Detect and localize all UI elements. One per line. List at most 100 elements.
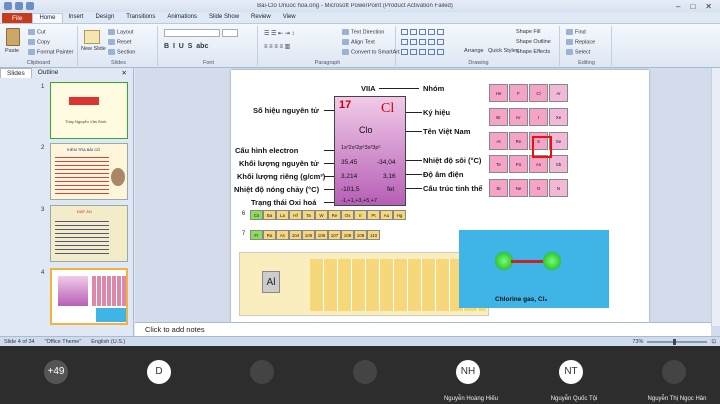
slide-editor: VIIA Nhóm Số hiệu nguyên tử Cấu hình ele… xyxy=(135,68,720,336)
quick-access-toolbar xyxy=(4,2,34,10)
quick-styles-button[interactable]: Quick Styles xyxy=(488,48,519,54)
text-direction-button[interactable]: Text Direction xyxy=(342,29,384,35)
tab-insert[interactable]: Insert xyxy=(63,13,90,23)
owl-icon xyxy=(111,168,125,186)
fit-slide-icon[interactable]: ⊡ xyxy=(711,339,716,345)
slide-canvas[interactable]: VIIA Nhóm Số hiệu nguyên tử Cấu hình ele… xyxy=(231,70,649,322)
new-slide-button[interactable]: New Slide xyxy=(81,46,106,52)
notes-pane[interactable]: Click to add notes xyxy=(135,322,711,336)
slide-number: 3 xyxy=(41,207,45,213)
arrange-button[interactable]: Arrange xyxy=(464,48,484,54)
element-cell: Hg xyxy=(393,210,406,220)
language: English (U.S.) xyxy=(91,338,126,345)
shapes-gallery[interactable] xyxy=(400,28,460,58)
reset-button[interactable]: Reset xyxy=(108,39,131,45)
crystal-structure: fet xyxy=(387,186,395,193)
participant-tile[interactable]: NH Nguyễn Hoàng Hiếu xyxy=(412,346,530,404)
format-painter-button[interactable]: Format Painter xyxy=(28,49,73,55)
element-card-chlorine[interactable]: 17 Cl Clo 1s²2s²2p⁶3s²3p⁵ 35,45 -34,04 3… xyxy=(334,96,406,206)
thumb-2-title: KIỂM TRA BÀI CŨ xyxy=(67,147,101,152)
shape-effects-button[interactable]: Shape Effects xyxy=(516,49,550,55)
tab-slide-show[interactable]: Slide Show xyxy=(203,13,245,23)
tab-file[interactable]: File xyxy=(2,13,33,23)
label-electronegativity: Độ âm điện xyxy=(423,170,464,179)
tab-home[interactable]: Home xyxy=(32,13,63,23)
shape-fill-button[interactable]: Shape Fill xyxy=(516,29,540,35)
font-name-field[interactable] xyxy=(164,29,220,37)
select-button[interactable]: Select xyxy=(566,49,590,55)
convert-smartart-button[interactable]: Convert to SmartArt xyxy=(342,49,400,55)
period-7-row: 7 Fr Ra Ac 104 105 106 107 108 109 110 xyxy=(237,230,380,240)
drawing-label: Drawing xyxy=(468,60,489,66)
melting-point: -101,5 xyxy=(341,186,360,193)
element-cell: Ac xyxy=(276,230,289,240)
tab-slides[interactable]: Slides xyxy=(0,68,32,78)
tab-transitions[interactable]: Transitions xyxy=(120,13,161,23)
save-icon[interactable] xyxy=(4,2,12,10)
maximize-icon[interactable]: □ xyxy=(690,2,695,11)
align-text-button[interactable]: Align Text xyxy=(342,39,375,45)
group-editing: Find Replace Select Editing xyxy=(562,26,612,66)
period-6-row: 6 Cs Ba La Hf Ta W Re Os Ir Pt Au Hg xyxy=(237,210,406,220)
editing-label: Editing xyxy=(578,60,595,66)
close-panel-icon[interactable]: ✕ xyxy=(116,68,133,78)
boiling-point: -34,04 xyxy=(377,159,396,166)
font-size-field[interactable] xyxy=(222,29,238,37)
element-cell: N xyxy=(549,179,568,198)
participant-tile[interactable] xyxy=(309,346,427,404)
zoom-slider[interactable] xyxy=(647,338,708,345)
paste-icon[interactable] xyxy=(6,28,20,46)
participant-tile[interactable] xyxy=(206,346,324,404)
label-group: Nhóm xyxy=(423,84,445,93)
atomic-number: 17 xyxy=(339,99,352,111)
electron-config: 1s²2s²2p⁶3s²3p⁵ xyxy=(341,145,381,151)
paragraph-label: Paragraph xyxy=(314,60,341,66)
font-style-buttons[interactable]: B I U S abc xyxy=(164,43,208,50)
redo-icon[interactable] xyxy=(26,2,34,10)
participant-tile[interactable]: +49 xyxy=(0,346,118,404)
slide-thumbnail-1[interactable]: Thầy Nguyễn Văn Bình xyxy=(50,82,128,139)
tab-design[interactable]: Design xyxy=(90,13,121,23)
close-icon[interactable]: ✕ xyxy=(705,2,712,11)
list-buttons[interactable]: ☰ ☰ ⇤ ⇥ ↕ xyxy=(264,30,294,37)
tab-animations[interactable]: Animations xyxy=(161,13,203,23)
align-buttons[interactable]: ≡ ≡ ≡ ≡ ▥ xyxy=(264,43,290,50)
participant-tile[interactable]: NT Nguyễn Quốc Tội xyxy=(515,346,633,404)
vertical-scrollbar[interactable] xyxy=(711,68,720,326)
participant-avatar xyxy=(662,360,686,384)
slide-thumbnail-3[interactable]: ĐÁP ÁN xyxy=(50,205,128,262)
participant-tile[interactable]: Nguyễn Thị Ngọc Hân xyxy=(618,346,720,404)
participant-tile[interactable]: D xyxy=(103,346,221,404)
new-slide-icon[interactable] xyxy=(84,30,100,44)
element-cell: 106 xyxy=(315,230,328,240)
layout-button[interactable]: Layout xyxy=(108,29,134,35)
paste-button[interactable]: Paste xyxy=(5,48,19,54)
slide-thumbnail-4[interactable] xyxy=(50,268,128,325)
tab-view[interactable]: View xyxy=(277,13,302,23)
status-bar: Slide 4 of 34 "Office Theme" English (U.… xyxy=(0,336,720,346)
element-cell: Xe xyxy=(549,107,568,126)
chlorine-atom-icon xyxy=(543,252,561,270)
label-atomic-number: Số hiệu nguyên tử xyxy=(253,106,319,115)
shape-outline-button[interactable]: Shape Outline xyxy=(516,39,551,45)
tab-review[interactable]: Review xyxy=(245,13,277,23)
tab-outline[interactable]: Outline xyxy=(32,68,65,78)
molecule-caption: Chlorine gas, xyxy=(495,296,537,303)
cut-button[interactable]: Cut xyxy=(28,29,46,35)
replace-button[interactable]: Replace xyxy=(566,39,595,45)
copy-button[interactable]: Copy xyxy=(28,39,50,45)
find-button[interactable]: Find xyxy=(566,29,586,35)
label-vn-name: Tên Việt Nam xyxy=(423,127,471,136)
section-button[interactable]: Section xyxy=(108,49,135,55)
smartart-icon xyxy=(342,49,349,55)
undo-icon[interactable] xyxy=(15,2,23,10)
element-cell: Kr xyxy=(509,107,528,126)
atomic-mass: 35,45 xyxy=(341,159,358,166)
molecule-formula: Cl₂ xyxy=(538,296,548,303)
minimize-icon[interactable]: – xyxy=(676,2,680,11)
slide-thumbnail-2[interactable]: KIỂM TRA BÀI CŨ xyxy=(50,143,128,200)
label-boiling-point: Nhiệt độ sôi (°C) xyxy=(423,156,482,165)
element-cell: Te xyxy=(489,155,508,174)
element-cell: Br xyxy=(489,107,508,126)
label-density: Khối lượng riêng (g/cm³) xyxy=(237,172,326,181)
